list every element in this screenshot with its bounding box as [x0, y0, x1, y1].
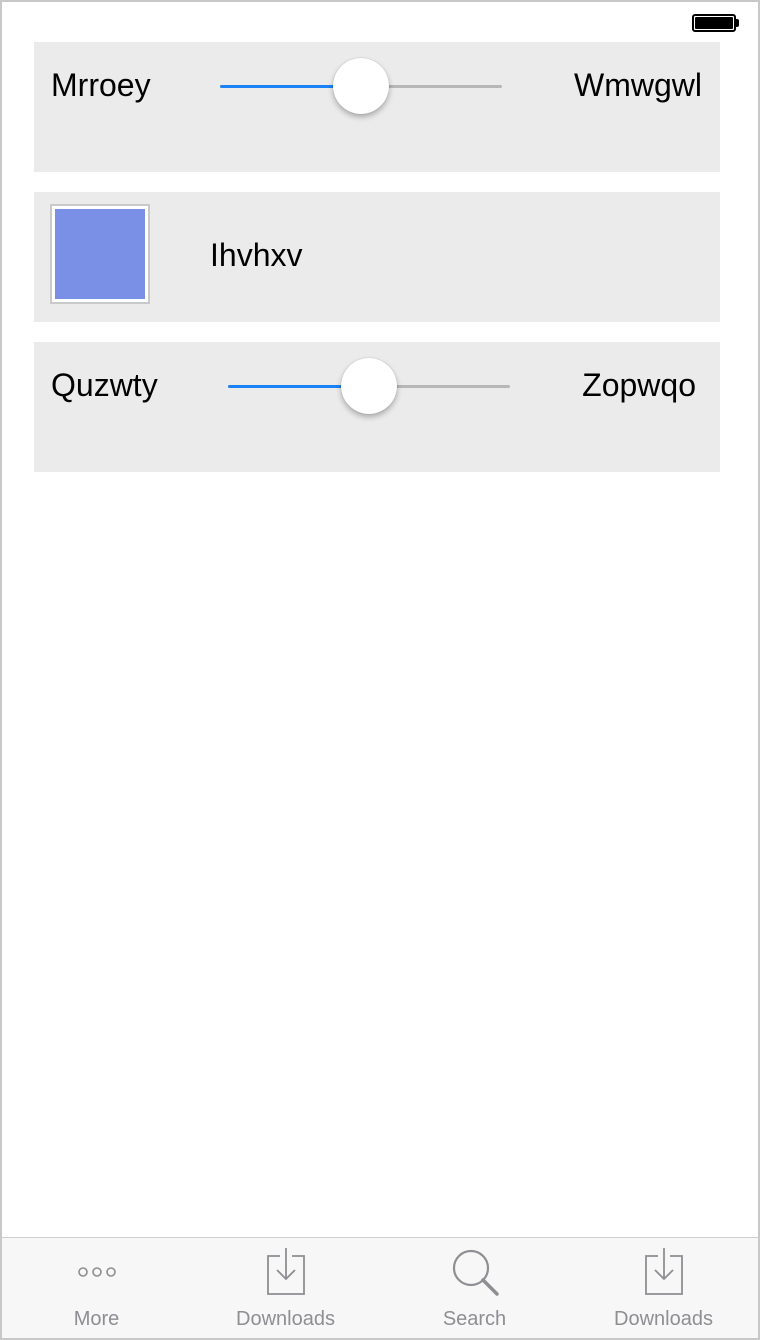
slider-min-label: Mrroey	[51, 67, 151, 103]
tab-bar: More Downloads Search Downloads	[2, 1237, 758, 1338]
tab-downloads[interactable]: Downloads	[191, 1238, 380, 1338]
slider-thumb[interactable]	[341, 358, 397, 414]
more-icon	[77, 1267, 116, 1277]
color-swatch-fill	[55, 209, 145, 299]
slider-thumb[interactable]	[333, 58, 389, 114]
tab-downloads-2[interactable]: Downloads	[569, 1238, 758, 1338]
battery-icon	[692, 14, 736, 32]
slider-max-label: Wmwgwl	[574, 67, 702, 103]
color-label: Ihvhxv	[210, 237, 303, 273]
slider-max-label: Zopwqo	[582, 367, 696, 403]
color-row: Ihvhxv	[34, 192, 720, 322]
slider-min-label: Quzwty	[51, 367, 158, 403]
tab-label: Search	[442, 1308, 507, 1330]
slider-row-2: Quzwty Zopwqo	[34, 342, 720, 472]
tab-label: Downloads	[236, 1308, 335, 1330]
tab-label: Downloads	[614, 1308, 713, 1330]
tab-label: More	[73, 1308, 120, 1330]
tab-more[interactable]: More	[2, 1238, 191, 1338]
slider-row-1: Mrroey Wmwgwl	[34, 42, 720, 172]
slider-2[interactable]	[228, 358, 510, 414]
tab-search[interactable]: Search	[380, 1238, 569, 1338]
download-icon	[644, 1248, 683, 1295]
download-icon	[266, 1248, 305, 1295]
app-screen: Mrroey Wmwgwl Ihvhxv Quzwty Zopwqo More …	[0, 0, 760, 1340]
battery-tip	[736, 19, 739, 27]
battery-fill	[695, 17, 733, 29]
search-icon	[452, 1249, 499, 1296]
slider-1[interactable]	[220, 58, 502, 114]
color-swatch[interactable]	[50, 204, 150, 304]
